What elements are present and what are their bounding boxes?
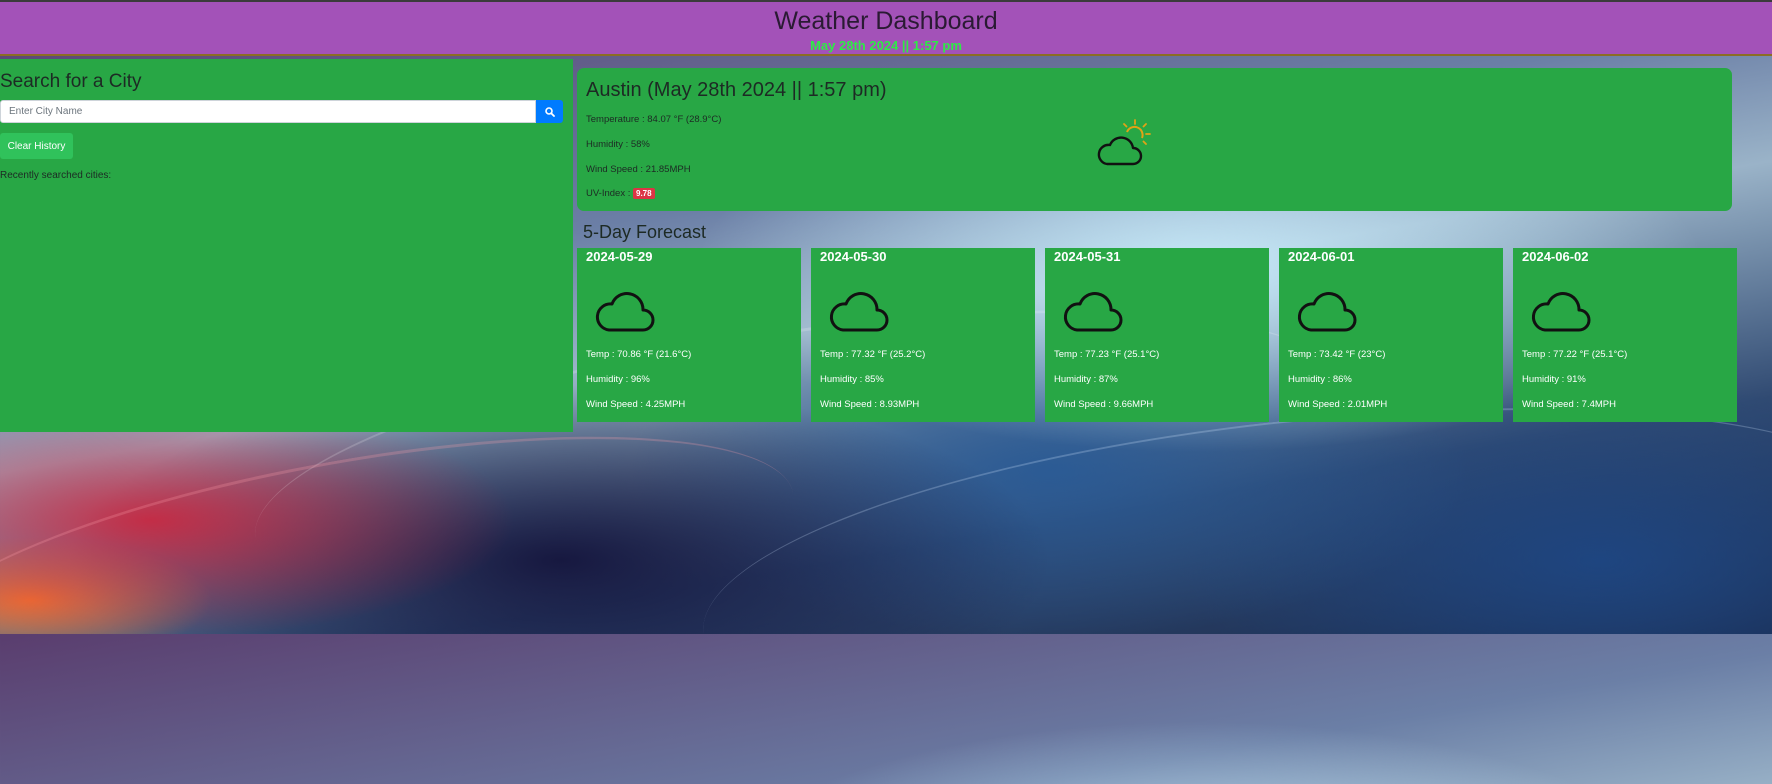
forecast-humidity: Humidity : 87%	[1054, 374, 1118, 385]
forecast-temp: Temp : 77.23 °F (25.1°C)	[1054, 349, 1160, 360]
background-wave	[0, 383, 813, 760]
forecast-wind-speed: Wind Speed : 9.66MPH	[1054, 399, 1154, 410]
forecast-wind-speed: Wind Speed : 8.93MPH	[820, 399, 920, 410]
forecast-humidity: Humidity : 85%	[820, 374, 884, 385]
cloud-icon	[1297, 292, 1357, 332]
current-wind-speed: Wind Speed : 21.85MPH	[586, 164, 691, 175]
city-search-input[interactable]	[0, 100, 536, 123]
forecast-card: 2024-06-02 Temp : 77.22 °F (25.1°C) Humi…	[1513, 248, 1737, 422]
search-heading: Search for a City	[0, 71, 142, 92]
cloud-icon	[829, 292, 889, 332]
page-header: Weather Dashboard May 28th 2024 || 1:57 …	[0, 0, 1772, 56]
current-uv-row: UV-Index : 9.78	[586, 188, 655, 199]
forecast-humidity: Humidity : 86%	[1288, 374, 1352, 385]
forecast-wind-speed: Wind Speed : 7.4MPH	[1522, 399, 1616, 410]
recent-cities-label: Recently searched cities:	[0, 170, 112, 181]
search-sidebar: Search for a City Clear History Recently…	[0, 59, 573, 432]
current-datetime: May 28th 2024 || 1:57 pm	[810, 38, 962, 53]
forecast-date: 2024-05-30	[820, 249, 887, 264]
forecast-wind-speed: Wind Speed : 4.25MPH	[586, 399, 686, 410]
current-weather-card: Austin (May 28th 2024 || 1:57 pm) Temper…	[577, 68, 1732, 211]
current-city-heading: Austin (May 28th 2024 || 1:57 pm)	[586, 79, 887, 101]
uv-index-badge: 9.78	[633, 188, 655, 199]
forecast-card: 2024-06-01 Temp : 73.42 °F (23°C) Humidi…	[1279, 248, 1503, 422]
forecast-temp: Temp : 70.86 °F (21.6°C)	[586, 349, 692, 360]
forecast-date: 2024-06-02	[1522, 249, 1589, 264]
forecast-card: 2024-05-30 Temp : 77.32 °F (25.2°C) Humi…	[811, 248, 1035, 422]
current-temperature: Temperature : 84.07 °F (28.9°C)	[586, 114, 722, 125]
forecast-title: 5-Day Forecast	[583, 222, 707, 242]
forecast-humidity: Humidity : 96%	[586, 374, 650, 385]
cloud-icon	[1531, 292, 1591, 332]
forecast-temp: Temp : 77.22 °F (25.1°C)	[1522, 349, 1628, 360]
cloud-icon	[1063, 292, 1123, 332]
forecast-card: 2024-05-31 Temp : 77.23 °F (25.1°C) Humi…	[1045, 248, 1269, 422]
cloud-icon	[595, 292, 655, 332]
search-button[interactable]	[536, 100, 563, 123]
forecast-wind-speed: Wind Speed : 2.01MPH	[1288, 399, 1388, 410]
forecast-temp: Temp : 77.32 °F (25.2°C)	[820, 349, 926, 360]
clear-history-button[interactable]: Clear History	[0, 133, 73, 159]
forecast-humidity: Humidity : 91%	[1522, 374, 1586, 385]
uv-index-label: UV-Index :	[586, 188, 631, 200]
forecast-date: 2024-06-01	[1288, 249, 1355, 264]
search-icon	[544, 106, 555, 117]
forecast-date: 2024-05-29	[586, 249, 653, 264]
partly-sunny-icon	[1097, 119, 1151, 166]
forecast-temp: Temp : 73.42 °F (23°C)	[1288, 349, 1386, 360]
current-humidity: Humidity : 58%	[586, 139, 650, 150]
search-row	[0, 100, 563, 123]
page-title: Weather Dashboard	[774, 7, 998, 35]
forecast-card: 2024-05-29 Temp : 70.86 °F (21.6°C) Humi…	[577, 248, 801, 422]
forecast-date: 2024-05-31	[1054, 249, 1121, 264]
